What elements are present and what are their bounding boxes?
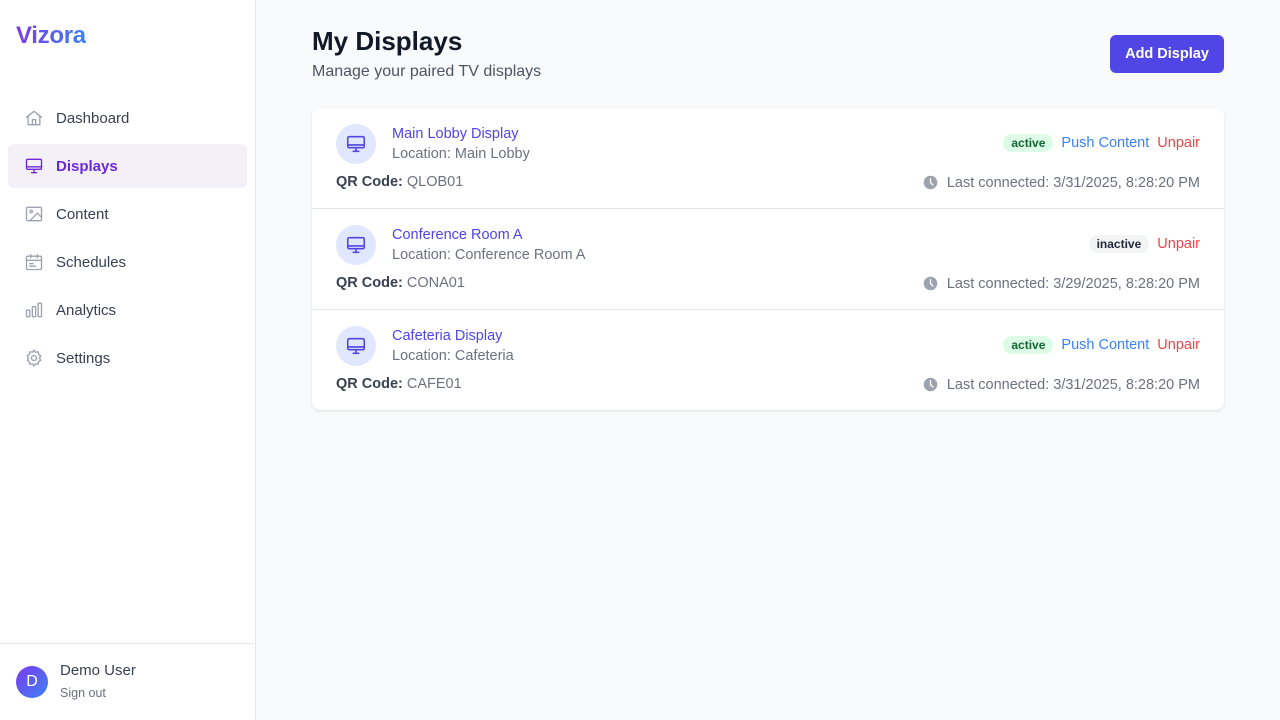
display-list: Main Lobby Display Location: Main Lobby … [312, 108, 1224, 410]
sidebar-item-label: Dashboard [56, 109, 130, 127]
qr-code: QR Code: CAFE01 [336, 376, 462, 392]
sidebar-item-dashboard[interactable]: Dashboard [8, 96, 247, 140]
monitor-icon [336, 326, 376, 366]
sidebar-item-label: Settings [56, 349, 111, 367]
add-display-button[interactable]: Add Display [1110, 35, 1224, 73]
clock-icon [922, 376, 939, 393]
sidebar-item-label: Schedules [56, 253, 127, 271]
last-connected: Last connected: 3/29/2025, 8:28:20 PM [922, 275, 1200, 292]
page-title: My Displays [312, 26, 463, 56]
sidebar-item-analytics[interactable]: Analytics [8, 288, 247, 332]
clock-icon [922, 174, 939, 191]
qr-code-value: CONA01 [406, 275, 465, 291]
display-row: Main Lobby Display Location: Main Lobby … [312, 108, 1224, 209]
display-name[interactable]: Cafeteria Display [392, 328, 502, 344]
user-name: Demo User [60, 662, 136, 679]
last-connected-text: Last connected: 3/31/2025, 8:28:20 PM [946, 174, 1200, 191]
push-content-link[interactable]: Push Content [1061, 337, 1149, 353]
sidebar: Vizora Dashboard Displays Content Schedu… [0, 0, 256, 720]
row-actions: active Push Content Unpair [1003, 134, 1200, 152]
last-connected-text: Last connected: 3/29/2025, 8:28:20 PM [946, 275, 1200, 292]
monitor-icon [336, 124, 376, 164]
image-icon [24, 204, 44, 224]
status-badge: active [1003, 336, 1054, 354]
bar-chart-icon [24, 300, 44, 320]
sidebar-nav: Dashboard Displays Content Schedules Ana… [8, 96, 247, 384]
status-badge: active [1003, 134, 1054, 152]
row-actions: active Push Content Unpair [1003, 336, 1200, 354]
unpair-link[interactable]: Unpair [1157, 135, 1200, 151]
qr-code-label: QR Code: [336, 174, 403, 190]
qr-code-label: QR Code: [336, 275, 403, 291]
monitor-icon [24, 156, 44, 176]
calendar-icon [24, 252, 44, 272]
last-connected: Last connected: 3/31/2025, 8:28:20 PM [922, 174, 1200, 191]
sidebar-item-settings[interactable]: Settings [8, 336, 247, 380]
display-location: Location: Conference Room A [392, 247, 586, 263]
display-name[interactable]: Conference Room A [392, 227, 523, 243]
gear-icon [24, 348, 44, 368]
user-profile: D Demo User Sign out [0, 643, 255, 720]
page-subtitle: Manage your paired TV displays [312, 63, 542, 80]
clock-icon [922, 275, 939, 292]
display-name[interactable]: Main Lobby Display [392, 126, 519, 142]
display-row: Conference Room A Location: Conference R… [312, 209, 1224, 310]
display-row: Cafeteria Display Location: Cafeteria QR… [312, 310, 1224, 410]
qr-code-value: QLOB01 [406, 174, 464, 190]
status-badge: inactive [1088, 235, 1150, 253]
sidebar-item-label: Displays [56, 157, 118, 175]
row-actions: inactive Unpair [1088, 235, 1200, 253]
sidebar-item-displays[interactable]: Displays [8, 144, 247, 188]
sidebar-item-label: Analytics [56, 301, 117, 319]
sign-out-link[interactable]: Sign out [60, 686, 106, 700]
avatar[interactable]: D [16, 666, 48, 698]
qr-code: QR Code: CONA01 [336, 275, 465, 291]
display-location: Location: Cafeteria [392, 348, 514, 364]
last-connected-text: Last connected: 3/31/2025, 8:28:20 PM [946, 376, 1200, 393]
brand-logo[interactable]: Vizora [16, 22, 86, 50]
unpair-link[interactable]: Unpair [1157, 337, 1200, 353]
display-location: Location: Main Lobby [392, 146, 530, 162]
sidebar-item-label: Content [56, 205, 109, 223]
qr-code: QR Code: QLOB01 [336, 174, 463, 190]
unpair-link[interactable]: Unpair [1157, 236, 1200, 252]
sidebar-item-content[interactable]: Content [8, 192, 247, 236]
push-content-link[interactable]: Push Content [1061, 135, 1149, 151]
home-icon [24, 108, 44, 128]
qr-code-value: CAFE01 [406, 376, 462, 392]
qr-code-label: QR Code: [336, 376, 403, 392]
last-connected: Last connected: 3/31/2025, 8:28:20 PM [922, 376, 1200, 393]
sidebar-item-schedules[interactable]: Schedules [8, 240, 247, 284]
monitor-icon [336, 225, 376, 265]
